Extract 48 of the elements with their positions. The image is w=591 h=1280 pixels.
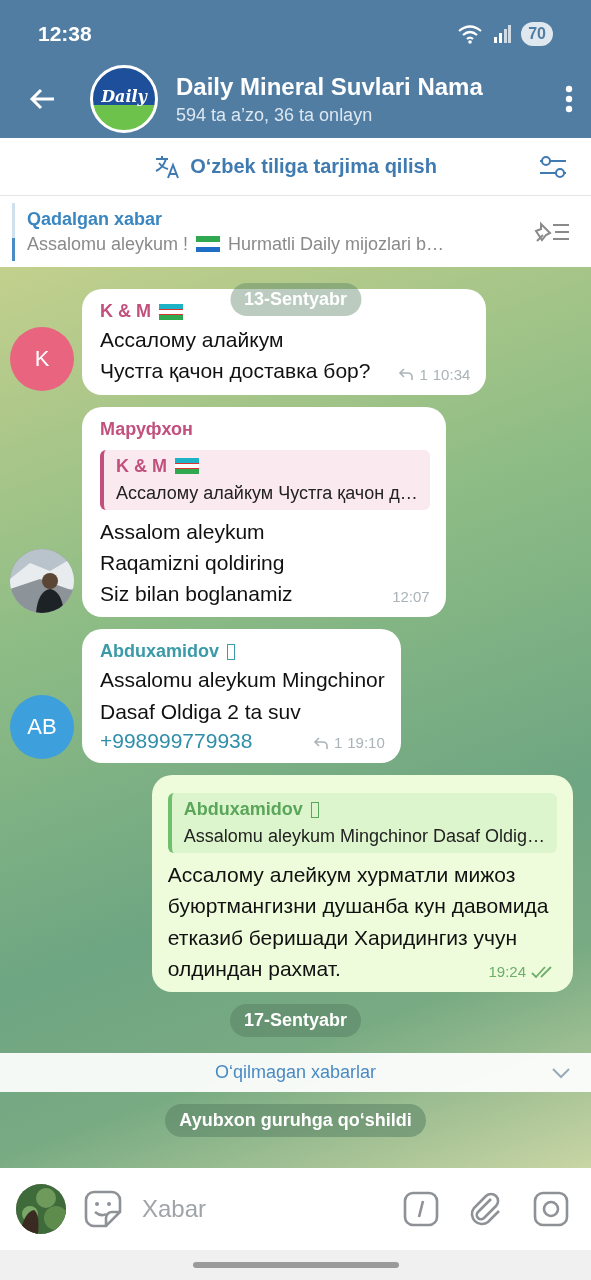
date-label: 17-Sentyabr [229,1004,361,1038]
reply-count: 1 [419,365,428,383]
message-text: Siz bilan boglanamiz [100,581,293,608]
reply-quote[interactable]: Abduxamidov Assalomu aleykum Mingchinor Dasaf Oldig… [167,793,557,854]
unread-label: O‘qilmagan xabarlar [214,1062,377,1084]
avatar[interactable]: K [10,326,74,391]
message-time: 19:24 [488,963,526,981]
reply-arrow-icon [312,735,329,750]
group-avatar[interactable]: Daily [90,65,158,133]
quoted-text: Ассалому алайкум Чустга қачон д… [116,482,418,504]
message-text: Assalom aleykum [100,518,266,545]
reply-count: 1 [333,734,343,752]
avatar[interactable] [16,1184,66,1234]
phone-link[interactable]: +998999779938 [100,729,253,754]
sender-name: K & M [116,455,167,477]
member-count: 594 ta a’zo, 36 ta onlayn [176,104,374,126]
service-message: Ayubxon guruhga qo‘shildi [165,1104,426,1138]
pinned-text: Hurmatli Daily mijozlari b… [228,233,445,255]
status-time: 12:38 [38,22,93,46]
message-text: Ассалому алайкум [100,327,285,353]
wifi-icon [457,24,484,44]
avatar[interactable]: AB [10,695,74,760]
sender-name[interactable]: Маруфхон [100,418,193,440]
message-time: 10:34 [432,365,471,383]
reply-quote[interactable]: K & M Ассалому алайкум Чустга қачон д… [100,449,430,510]
sender-name[interactable]: Abduxamidov [100,641,219,663]
message-text: Dasaf Oldiga 2 ta suv [100,698,302,725]
chat-title[interactable]: Daily Mineral Suvlari Nama [176,72,543,101]
pinned-text: Assalomu aleykum ! [27,233,189,255]
battery-level: 70 [521,22,553,46]
message-text: Raqamizni qoldiring [100,549,286,576]
message-time: 19:10 [347,734,385,752]
signal-icon [493,25,512,43]
flag-icon [196,236,221,252]
chevron-down-icon[interactable] [551,1066,571,1079]
reply-arrow-icon [398,367,415,382]
message-text: Ассалому алейкум хурматли мижоз [167,862,517,889]
message-text: етказиб беришади Харидингиз учун [167,924,519,951]
sender-name: Abduxamidov [183,799,303,821]
message-text: буюртмангизни душанба кун давомида [167,893,550,920]
message-text: Assalomu aleykum Mingchinor [100,667,385,694]
message-text: Чустга қачон доставка бор? [100,358,371,385]
pinned-title: Qadalgan xabar [27,208,164,230]
message-text: олдиндан рахмат. [167,955,341,982]
sender-name[interactable]: K & M [100,301,151,322]
quoted-text: Assalomu aleykum Mingchinor Dasaf Oldig… [183,826,545,848]
message-time: 12:07 [392,588,430,606]
translate-link[interactable]: O‘zbek tiliga tarjima qilish [190,155,437,178]
